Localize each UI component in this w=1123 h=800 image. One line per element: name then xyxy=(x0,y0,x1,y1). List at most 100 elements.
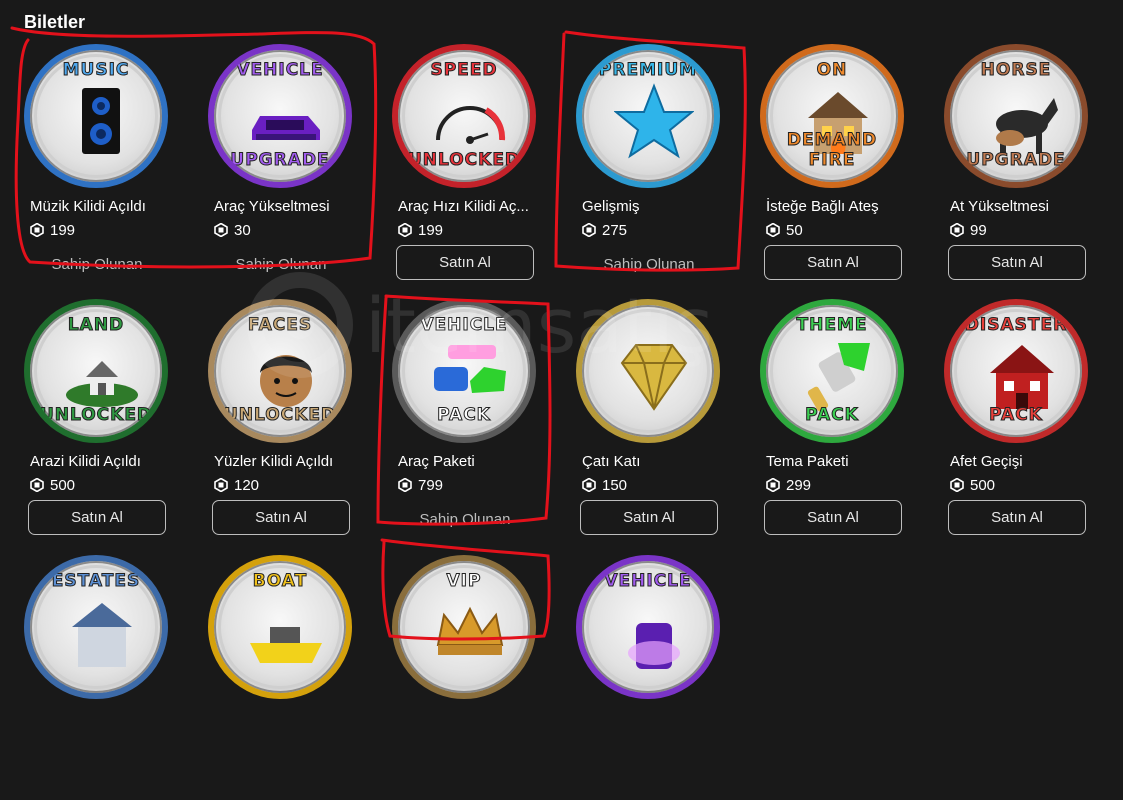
ticket-name[interactable]: Gelişmiş xyxy=(582,198,732,215)
badge-bottom-text: DEMAND FIRE xyxy=(786,130,878,171)
ticket-name[interactable]: Müzik Kilidi Açıldı xyxy=(30,198,180,215)
robux-icon xyxy=(950,223,964,237)
ticket-badge-image[interactable]: THEME PACK xyxy=(760,299,904,443)
robux-icon xyxy=(582,478,596,492)
ticket-badge-image[interactable]: FACES UNLOCKED xyxy=(208,299,352,443)
badge-top-text: DISASTER xyxy=(964,315,1068,336)
ticket-name[interactable]: Yüzler Kilidi Açıldı xyxy=(214,453,364,470)
ticket-badge-image[interactable]: HORSE UPGRADE xyxy=(944,44,1088,188)
ticket-badge-image[interactable]: SPEED UNLOCKED xyxy=(392,44,536,188)
badge-top-text: PREMIUM xyxy=(598,60,698,81)
badge-bottom-text: PACK xyxy=(805,405,859,426)
ticket-item[interactable]: SPEED UNLOCKED Araç Hızı Kilidi Aç... 199 Sa… xyxy=(392,44,542,289)
ticket-item[interactable]: PREMIUM Gelişmiş 275 Sahip Olunan xyxy=(576,44,726,289)
buy-button[interactable]: Satın Al xyxy=(948,245,1086,280)
badge-top-text: VEHICLE xyxy=(420,315,508,336)
owned-label: Sahip Olunan xyxy=(603,256,695,273)
ticket-name[interactable]: Afet Geçişi xyxy=(950,453,1100,470)
badge-top-text: ON xyxy=(816,60,848,81)
buy-button[interactable]: Satın Al xyxy=(764,245,902,280)
ticket-price: 500 xyxy=(50,476,76,494)
price-row: 500 xyxy=(950,475,995,495)
ticket-name[interactable]: Arazi Kilidi Açıldı xyxy=(30,453,180,470)
robux-icon xyxy=(766,478,780,492)
price-row: 799 xyxy=(398,475,443,495)
badge-top-text: LAND xyxy=(67,315,125,336)
ticket-item[interactable]: VEHICLE xyxy=(576,555,726,800)
ticket-price: 150 xyxy=(602,476,628,494)
ticket-item[interactable]: BOAT xyxy=(208,555,358,800)
ticket-badge-image[interactable] xyxy=(576,299,720,443)
badge-speaker-icon xyxy=(82,88,120,154)
price-row: 299 xyxy=(766,475,811,495)
robux-icon xyxy=(214,478,228,492)
price-row: 30 xyxy=(214,220,251,240)
badge-top-text: ESTATES xyxy=(51,571,141,592)
robux-icon xyxy=(214,223,228,237)
ticket-badge-image[interactable]: ON DEMAND FIRE xyxy=(760,44,904,188)
ticket-badge-image[interactable]: MUSIC xyxy=(24,44,168,188)
badge-top-text: THEME xyxy=(796,315,868,336)
badge-bottom-text: PACK xyxy=(989,405,1043,426)
ticket-badge-image[interactable]: BOAT xyxy=(208,555,352,699)
ticket-grid: MUSIC Müzik Kilidi Açıldı 199 Sahip Olunan V… xyxy=(0,0,1123,699)
ticket-badge-image[interactable]: LAND UNLOCKED xyxy=(24,299,168,443)
ticket-name[interactable]: Tema Paketi xyxy=(766,453,916,470)
badge-car-neon-icon xyxy=(628,623,680,669)
badge-top-text: FACES xyxy=(247,315,313,336)
badge-top-text: BOAT xyxy=(252,571,308,592)
ticket-badge-image[interactable]: VEHICLE PACK xyxy=(392,299,536,443)
badge-bottom-text: UNLOCKED xyxy=(407,150,521,171)
ticket-name[interactable]: At Yükseltmesi xyxy=(950,198,1100,215)
ticket-price: 500 xyxy=(970,476,996,494)
ticket-item[interactable]: VEHICLE PACK Araç Paketi 799 Sahip Olunan xyxy=(392,299,542,544)
ticket-price: 199 xyxy=(50,221,76,239)
badge-top-text: HORSE xyxy=(980,60,1052,81)
price-row: 500 xyxy=(30,475,75,495)
ticket-name[interactable]: Araç Yükseltmesi xyxy=(214,198,364,215)
ticket-badge-image[interactable]: VEHICLE xyxy=(576,555,720,699)
badge-bottom-text: UPGRADE xyxy=(966,150,1066,171)
badge-top-text: MUSIC xyxy=(62,60,130,81)
ticket-item[interactable]: VIP xyxy=(392,555,542,800)
badge-bottom-text: PACK xyxy=(437,405,491,426)
ticket-item[interactable]: MUSIC Müzik Kilidi Açıldı 199 Sahip Olunan xyxy=(24,44,174,289)
ticket-item[interactable]: HORSE UPGRADE At Yükseltmesi 99 Satın Al xyxy=(944,44,1094,289)
badge-top-text: VIP xyxy=(446,571,482,592)
buy-button[interactable]: Satın Al xyxy=(580,500,718,535)
ticket-item[interactable]: ESTATES xyxy=(24,555,174,800)
ticket-item[interactable]: VEHICLE UPGRADE Araç Yükseltmesi 30 Sahip Ol… xyxy=(208,44,358,289)
ticket-item[interactable]: LAND UNLOCKED Arazi Kilidi Açıldı 500 Satın … xyxy=(24,299,174,544)
price-row: 199 xyxy=(30,220,75,240)
buy-button[interactable]: Satın Al xyxy=(212,500,350,535)
price-row: 50 xyxy=(766,220,803,240)
price-row: 99 xyxy=(950,220,987,240)
ticket-name[interactable]: Çatı Katı xyxy=(582,453,732,470)
ticket-price: 275 xyxy=(602,221,628,239)
ticket-item[interactable]: THEME PACK Tema Paketi 299 Satın Al xyxy=(760,299,910,544)
ticket-item[interactable]: Çatı Katı 150 Satın Al xyxy=(576,299,726,544)
price-row: 150 xyxy=(582,475,627,495)
robux-icon xyxy=(30,478,44,492)
buy-button[interactable]: Satın Al xyxy=(948,500,1086,535)
robux-icon xyxy=(950,478,964,492)
ticket-item[interactable]: ON DEMAND FIRE İsteğe Bağlı Ateş 50 Satın Al xyxy=(760,44,910,289)
ticket-badge-image[interactable]: DISASTER PACK xyxy=(944,299,1088,443)
ticket-name[interactable]: Araç Hızı Kilidi Aç... xyxy=(398,198,548,215)
ticket-badge-image[interactable]: ESTATES xyxy=(24,555,168,699)
robux-icon xyxy=(30,223,44,237)
ticket-name[interactable]: Araç Paketi xyxy=(398,453,548,470)
buy-button[interactable]: Satın Al xyxy=(764,500,902,535)
ticket-badge-image[interactable]: VEHICLE UPGRADE xyxy=(208,44,352,188)
ticket-price: 299 xyxy=(786,476,812,494)
buy-button[interactable]: Satın Al xyxy=(396,245,534,280)
robux-icon xyxy=(766,223,780,237)
ticket-badge-image[interactable]: PREMIUM xyxy=(576,44,720,188)
buy-button[interactable]: Satın Al xyxy=(28,500,166,535)
badge-star-icon xyxy=(614,83,694,159)
ticket-badge-image[interactable]: VIP xyxy=(392,555,536,699)
ticket-price: 99 xyxy=(970,221,987,239)
ticket-name[interactable]: İsteğe Bağlı Ateş xyxy=(766,198,916,215)
ticket-item[interactable]: DISASTER PACK Afet Geçişi 500 Satın Al xyxy=(944,299,1094,544)
ticket-item[interactable]: FACES UNLOCKED Yüzler Kilidi Açıldı 120 Satı… xyxy=(208,299,358,544)
